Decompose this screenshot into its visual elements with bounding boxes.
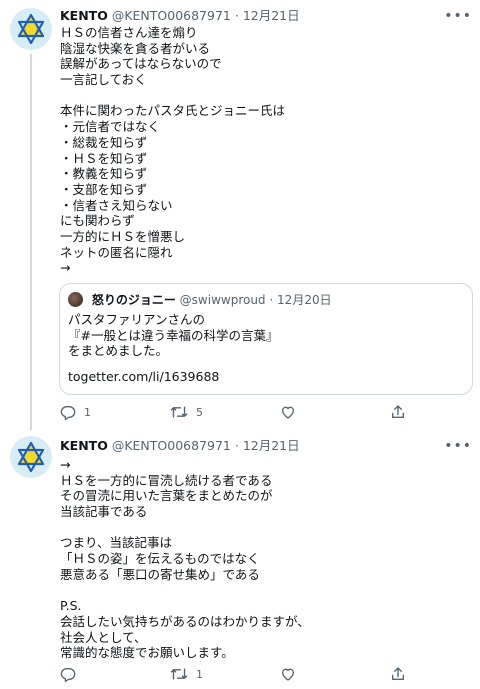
quoted-author-handle: @swiwwproud [179, 293, 266, 307]
quoted-line: 『#一般とは違う幸福の科学の言葉』 [68, 327, 279, 343]
tweet-text: ＨＳの信者さん達を煽り 陰湿な快楽を貪る者がいる 誤解があってはならないので 一… [60, 25, 285, 276]
more-icon[interactable]: ••• [444, 8, 472, 24]
quoted-tweet[interactable]: 怒りのジョニー @swiwwproud · 12月20日 パスタファリアンさんの… [59, 283, 473, 395]
retweet-button[interactable]: 5 [170, 404, 203, 420]
tweet-line: 常識的な態度でお願いします。 [60, 645, 234, 661]
retweet-count: 5 [196, 405, 203, 419]
like-icon [282, 406, 294, 419]
quoted-author-name: 怒りのジョニー [91, 293, 176, 307]
author-name[interactable]: KENTO [60, 438, 108, 453]
tweet-line: 悪意ある「悪口の寄せ集め」である [60, 566, 260, 582]
tweet-line: ・信者さえ知らない [60, 197, 173, 213]
more-icon[interactable]: ••• [444, 438, 472, 454]
tweet-line: 陰湿な快楽を貪る者がいる [60, 40, 211, 56]
tweet-line: 当該記事である [60, 504, 148, 520]
tweet-line: ＨＳの信者さん達を煽り [60, 25, 198, 40]
tweet-actions: 1 [60, 666, 420, 686]
star-of-david-icon [17, 441, 45, 473]
quoted-text: パスタファリアンさんの 『#一般とは違う幸福の科学の言葉』 をまとめました。 [68, 312, 278, 359]
tweet-line: → [60, 457, 71, 472]
like-icon [282, 668, 294, 681]
tweet-line: ・元信者ではなく [60, 119, 161, 135]
share-button[interactable] [390, 404, 406, 420]
tweet-line: 一言記しておく [60, 72, 147, 88]
share-icon [392, 667, 404, 680]
reply-count: 1 [84, 405, 91, 419]
separator-dot: · [234, 8, 239, 23]
avatar[interactable] [10, 436, 52, 478]
quoted-date: 12月20日 [277, 293, 332, 307]
tweet-line: ・ＨＳを知らず [60, 150, 148, 166]
tweet-line: にも関わらず [60, 213, 135, 229]
quoted-line: パスタファリアンさんの [68, 312, 206, 327]
retweet-icon [170, 406, 188, 418]
reply-button[interactable] [60, 666, 84, 682]
author-handle[interactable]: @KENTO00687971 [112, 8, 231, 23]
tweet-line: 会話したい気持ちがあるのはわかりますが、 [60, 613, 310, 629]
share-button[interactable] [390, 666, 406, 682]
tweet-header: KENTO @KENTO00687971 · 12月21日 [60, 437, 300, 455]
retweet-button[interactable]: 1 [170, 666, 203, 682]
thread-line [30, 54, 32, 430]
separator-dot: · [234, 438, 239, 453]
tweet-line: 一方的にＨＳを憎悪し [60, 228, 186, 244]
separator-dot: · [269, 293, 274, 307]
tweet-line [60, 520, 310, 536]
tweet[interactable]: KENTO @KENTO00687971 · 12月21日 ••• ＨＳの信者さ… [0, 0, 480, 430]
reply-icon [60, 668, 76, 682]
tweet-line: P.S. [60, 598, 82, 614]
like-button[interactable] [280, 666, 304, 682]
tweet-line: 本件に関わったパスタ氏とジョニー氏は [60, 103, 286, 119]
tweet-line: ・総裁を知らず [60, 134, 148, 150]
tweet-line [60, 583, 310, 599]
reply-icon [60, 406, 76, 420]
tweet-line: ・支部を知らず [60, 181, 148, 197]
avatar[interactable] [10, 8, 52, 50]
tweet-line: 社会人として、 [60, 629, 147, 645]
tweet-header: KENTO @KENTO00687971 · 12月21日 [60, 7, 300, 25]
reply-button[interactable]: 1 [60, 404, 91, 420]
author-handle[interactable]: @KENTO00687971 [112, 438, 231, 453]
share-icon [392, 405, 404, 418]
retweet-icon [170, 668, 188, 680]
tweet-line: 誤解があってはならないので [60, 56, 222, 72]
tweet-line: 「ＨＳの姿」を伝えるものではなく [60, 551, 260, 567]
star-of-david-icon [17, 13, 45, 45]
retweet-count: 1 [196, 667, 203, 681]
quoted-avatar [68, 292, 83, 307]
tweet-date[interactable]: 12月21日 [243, 8, 300, 23]
tweet-line: ＨＳを一方的に冒涜し続ける者である [60, 472, 273, 488]
like-button[interactable] [280, 404, 304, 420]
author-name[interactable]: KENTO [60, 8, 108, 23]
tweet[interactable]: KENTO @KENTO00687971 · 12月21日 ••• → ＨＳを一… [0, 430, 480, 689]
tweet-line: ・教義を知らず [60, 166, 148, 182]
tweet-line: つまり、当該記事は [60, 535, 173, 551]
tweet-line [60, 88, 285, 104]
tweet-line: → [60, 260, 71, 276]
quoted-line: をまとめました。 [68, 343, 169, 359]
tweet-actions: 1 5 [60, 404, 420, 424]
tweet-text: → ＨＳを一方的に冒涜し続ける者である その冒涜に用いた言葉をまとめたのが 当該… [60, 457, 310, 661]
tweet-date[interactable]: 12月21日 [243, 438, 300, 453]
tweet-line: その冒涜に用いた言葉をまとめたのが [60, 488, 273, 504]
tweet-line: ネットの匿名に隠れ [60, 244, 173, 260]
quoted-link[interactable]: togetter.com/li/1639688 [68, 369, 219, 385]
quoted-tweet-header: 怒りのジョニー @swiwwproud · 12月20日 [68, 292, 332, 308]
